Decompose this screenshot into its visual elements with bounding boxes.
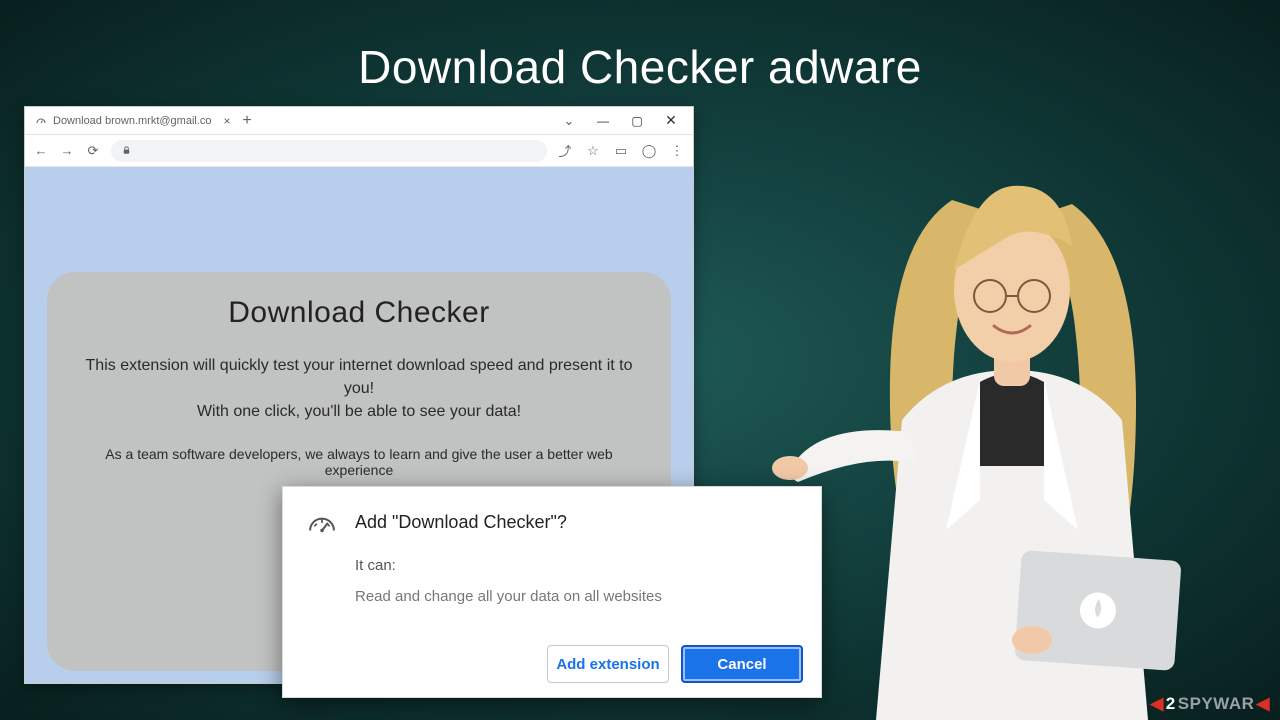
page-heading: Download Checker	[77, 296, 641, 330]
nav-forward-icon[interactable]: →	[59, 143, 75, 158]
browser-tab[interactable]: Download brown.mrkt@gmail.co ×	[25, 107, 235, 134]
kebab-menu-icon[interactable]: ⋮	[669, 143, 685, 159]
tab-overflow-icon[interactable]: ⌄	[553, 110, 585, 132]
nav-reload-icon[interactable]: ⟳	[85, 143, 101, 159]
new-tab-button[interactable]: +	[235, 107, 259, 134]
window-maximize-button[interactable]: ▢	[621, 110, 653, 132]
page-lead-2: With one click, you'll be able to see yo…	[77, 400, 641, 423]
page-lead-1: This extension will quickly test your in…	[77, 354, 641, 400]
toolbar-right: ⤴ ☆ ▭ ◯ ⋮	[557, 143, 685, 159]
profile-icon[interactable]: ◯	[641, 143, 657, 159]
watermark-caret-icon: ◀	[1150, 694, 1164, 714]
extension-install-dialog: Add "Download Checker"? It can: Read and…	[282, 486, 822, 698]
nav-back-icon[interactable]: ←	[33, 143, 49, 158]
dialog-itcan: It can:	[355, 557, 799, 574]
banner: Download Checker adware Download brown.m…	[0, 0, 1280, 720]
watermark-two: 2	[1166, 694, 1176, 714]
tab-close-icon[interactable]: ×	[224, 114, 231, 128]
dialog-body: It can: Read and change all your data on…	[355, 557, 799, 605]
side-panel-icon[interactable]: ▭	[613, 143, 629, 159]
watermark-caret2-icon: ◀	[1256, 694, 1270, 714]
lock-icon	[121, 145, 132, 156]
page-sub: As a team software developers, we always…	[77, 446, 641, 478]
watermark: ◀ 2 SPYWAR ◀	[1150, 694, 1270, 714]
window-minimize-button[interactable]: —	[587, 110, 619, 132]
gauge-extension-icon	[305, 505, 339, 539]
dialog-buttons: Add extension Cancel	[547, 645, 803, 683]
banner-title: Download Checker adware	[0, 40, 1280, 94]
add-extension-button[interactable]: Add extension	[547, 645, 669, 683]
watermark-text: SPYWAR	[1178, 694, 1255, 714]
window-controls: ⌄ — ▢ ✕	[553, 107, 693, 134]
dialog-header: Add "Download Checker"?	[305, 505, 799, 539]
address-bar: ← → ⟳ ⤴ ☆ ▭ ◯ ⋮	[25, 135, 693, 167]
share-icon[interactable]: ⤴	[557, 143, 573, 159]
browser-titlebar: Download brown.mrkt@gmail.co × + ⌄ — ▢ ✕	[25, 107, 693, 135]
presenter-photo	[772, 120, 1232, 720]
cancel-button[interactable]: Cancel	[681, 645, 803, 683]
window-close-button[interactable]: ✕	[655, 110, 687, 132]
url-field[interactable]	[111, 140, 547, 162]
star-icon[interactable]: ☆	[585, 143, 601, 159]
tab-title: Download brown.mrkt@gmail.co	[53, 115, 212, 127]
dialog-title: Add "Download Checker"?	[355, 512, 567, 533]
gauge-favicon-icon	[35, 115, 47, 127]
titlebar-spacer	[259, 107, 553, 134]
dialog-permission: Read and change all your data on all web…	[355, 588, 799, 605]
